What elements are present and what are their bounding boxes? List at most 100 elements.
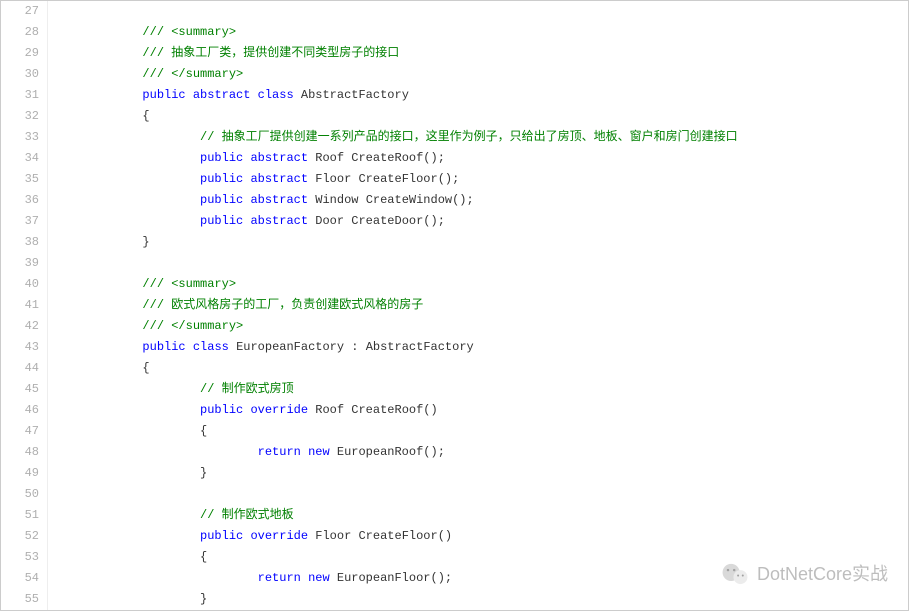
code-content[interactable]: public abstract Roof CreateRoof();: [56, 148, 908, 169]
code-content[interactable]: public abstract Door CreateDoor();: [56, 211, 908, 232]
code-content[interactable]: /// 欧式风格房子的工厂，负责创建欧式风格的房子: [56, 295, 908, 316]
code-content[interactable]: public abstract Window CreateWindow();: [56, 190, 908, 211]
token-ty: Roof: [315, 403, 344, 417]
code-line[interactable]: 50: [1, 484, 908, 505]
token-id: CreateFloor: [358, 529, 437, 543]
code-line[interactable]: 41 /// 欧式风格房子的工厂，负责创建欧式风格的房子: [1, 295, 908, 316]
code-line[interactable]: 49 }: [1, 463, 908, 484]
code-line[interactable]: 30 /// </summary>: [1, 64, 908, 85]
code-line[interactable]: 48 return new EuropeanRoof();: [1, 442, 908, 463]
code-content[interactable]: public abstract Floor CreateFloor();: [56, 169, 908, 190]
code-line[interactable]: 33 // 抽象工厂提供创建一系列产品的接口，这里作为例子，只给出了房顶、地板、…: [1, 127, 908, 148]
code-content[interactable]: {: [56, 547, 908, 568]
code-content[interactable]: [56, 484, 908, 505]
token-ty: Window: [315, 193, 358, 207]
token-id: CreateRoof: [351, 151, 423, 165]
token-pn: }: [200, 466, 207, 480]
code-line[interactable]: 39: [1, 253, 908, 274]
token-ty: Door: [315, 214, 344, 228]
code-line[interactable]: 27: [1, 1, 908, 22]
token-kw: public: [200, 403, 243, 417]
line-number: 47: [1, 421, 48, 442]
token-pn: :: [351, 340, 358, 354]
code-line[interactable]: 36 public abstract Window CreateWindow()…: [1, 190, 908, 211]
code-editor[interactable]: 27 28 /// <summary>29 /// 抽象工厂类，提供创建不同类型…: [0, 0, 909, 611]
code-line[interactable]: 35 public abstract Floor CreateFloor();: [1, 169, 908, 190]
code-line[interactable]: 40 /// <summary>: [1, 274, 908, 295]
token-ty: Floor: [315, 529, 351, 543]
token-kw: abstract: [250, 172, 308, 186]
code-content[interactable]: /// 抽象工厂类，提供创建不同类型房子的接口: [56, 43, 908, 64]
token-kw: class: [258, 88, 294, 102]
token-kw: abstract: [250, 151, 308, 165]
code-content[interactable]: [56, 1, 908, 22]
line-number: 44: [1, 358, 48, 379]
token-kw: abstract: [250, 214, 308, 228]
token-kw: public: [200, 193, 243, 207]
token-pn: {: [200, 424, 207, 438]
code-line[interactable]: 34 public abstract Roof CreateRoof();: [1, 148, 908, 169]
code-content[interactable]: {: [56, 421, 908, 442]
line-number: 29: [1, 43, 48, 64]
code-content[interactable]: // 制作欧式房顶: [56, 379, 908, 400]
line-number: 37: [1, 211, 48, 232]
code-line[interactable]: 37 public abstract Door CreateDoor();: [1, 211, 908, 232]
line-number: 35: [1, 169, 48, 190]
line-number: 33: [1, 127, 48, 148]
code-content[interactable]: {: [56, 106, 908, 127]
code-content[interactable]: return new EuropeanFloor();: [56, 568, 908, 589]
code-line[interactable]: 52 public override Floor CreateFloor(): [1, 526, 908, 547]
line-number: 34: [1, 148, 48, 169]
line-number: 27: [1, 1, 48, 22]
code-line[interactable]: 32 {: [1, 106, 908, 127]
token-id: CreateFloor: [358, 172, 437, 186]
code-content[interactable]: return new EuropeanRoof();: [56, 442, 908, 463]
code-line[interactable]: 55 }: [1, 589, 908, 610]
code-line[interactable]: 29 /// 抽象工厂类，提供创建不同类型房子的接口: [1, 43, 908, 64]
token-pn: {: [142, 109, 149, 123]
code-content[interactable]: public abstract class AbstractFactory: [56, 85, 908, 106]
code-content[interactable]: /// </summary>: [56, 64, 908, 85]
code-content[interactable]: /// <summary>: [56, 22, 908, 43]
line-number: 39: [1, 253, 48, 274]
code-line[interactable]: 43 public class EuropeanFactory : Abstra…: [1, 337, 908, 358]
code-line[interactable]: 38 }: [1, 232, 908, 253]
token-id: CreateRoof: [351, 403, 423, 417]
code-content[interactable]: }: [56, 232, 908, 253]
token-ty: AbstractFactory: [366, 340, 474, 354]
token-ty: AbstractFactory: [301, 88, 409, 102]
code-line[interactable]: 51 // 制作欧式地板: [1, 505, 908, 526]
code-content[interactable]: public override Floor CreateFloor(): [56, 526, 908, 547]
code-content[interactable]: public class EuropeanFactory : AbstractF…: [56, 337, 908, 358]
code-content[interactable]: [56, 253, 908, 274]
token-pn: ();: [423, 214, 445, 228]
code-line[interactable]: 28 /// <summary>: [1, 22, 908, 43]
code-content[interactable]: }: [56, 463, 908, 484]
line-number: 55: [1, 589, 48, 610]
token-pn: ();: [452, 193, 474, 207]
code-line[interactable]: 47 {: [1, 421, 908, 442]
code-content[interactable]: /// <summary>: [56, 274, 908, 295]
line-number: 53: [1, 547, 48, 568]
code-line[interactable]: 46 public override Roof CreateRoof(): [1, 400, 908, 421]
code-line[interactable]: 53 {: [1, 547, 908, 568]
token-kw: public: [200, 214, 243, 228]
code-line[interactable]: 44 {: [1, 358, 908, 379]
token-cm: /// <summary>: [142, 25, 236, 39]
code-content[interactable]: /// </summary>: [56, 316, 908, 337]
token-kw: new: [308, 571, 330, 585]
code-content[interactable]: {: [56, 358, 908, 379]
token-cm: /// <summary>: [142, 277, 236, 291]
code-content[interactable]: public override Roof CreateRoof(): [56, 400, 908, 421]
code-content[interactable]: // 制作欧式地板: [56, 505, 908, 526]
code-line[interactable]: 42 /// </summary>: [1, 316, 908, 337]
code-line[interactable]: 45 // 制作欧式房顶: [1, 379, 908, 400]
code-content[interactable]: // 抽象工厂提供创建一系列产品的接口，这里作为例子，只给出了房顶、地板、窗户和…: [56, 127, 908, 148]
token-pn: ();: [423, 151, 445, 165]
code-line[interactable]: 54 return new EuropeanFloor();: [1, 568, 908, 589]
code-line[interactable]: 31 public abstract class AbstractFactory: [1, 85, 908, 106]
line-number: 42: [1, 316, 48, 337]
line-number: 54: [1, 568, 48, 589]
code-content[interactable]: }: [56, 589, 908, 610]
token-id: CreateWindow: [366, 193, 452, 207]
